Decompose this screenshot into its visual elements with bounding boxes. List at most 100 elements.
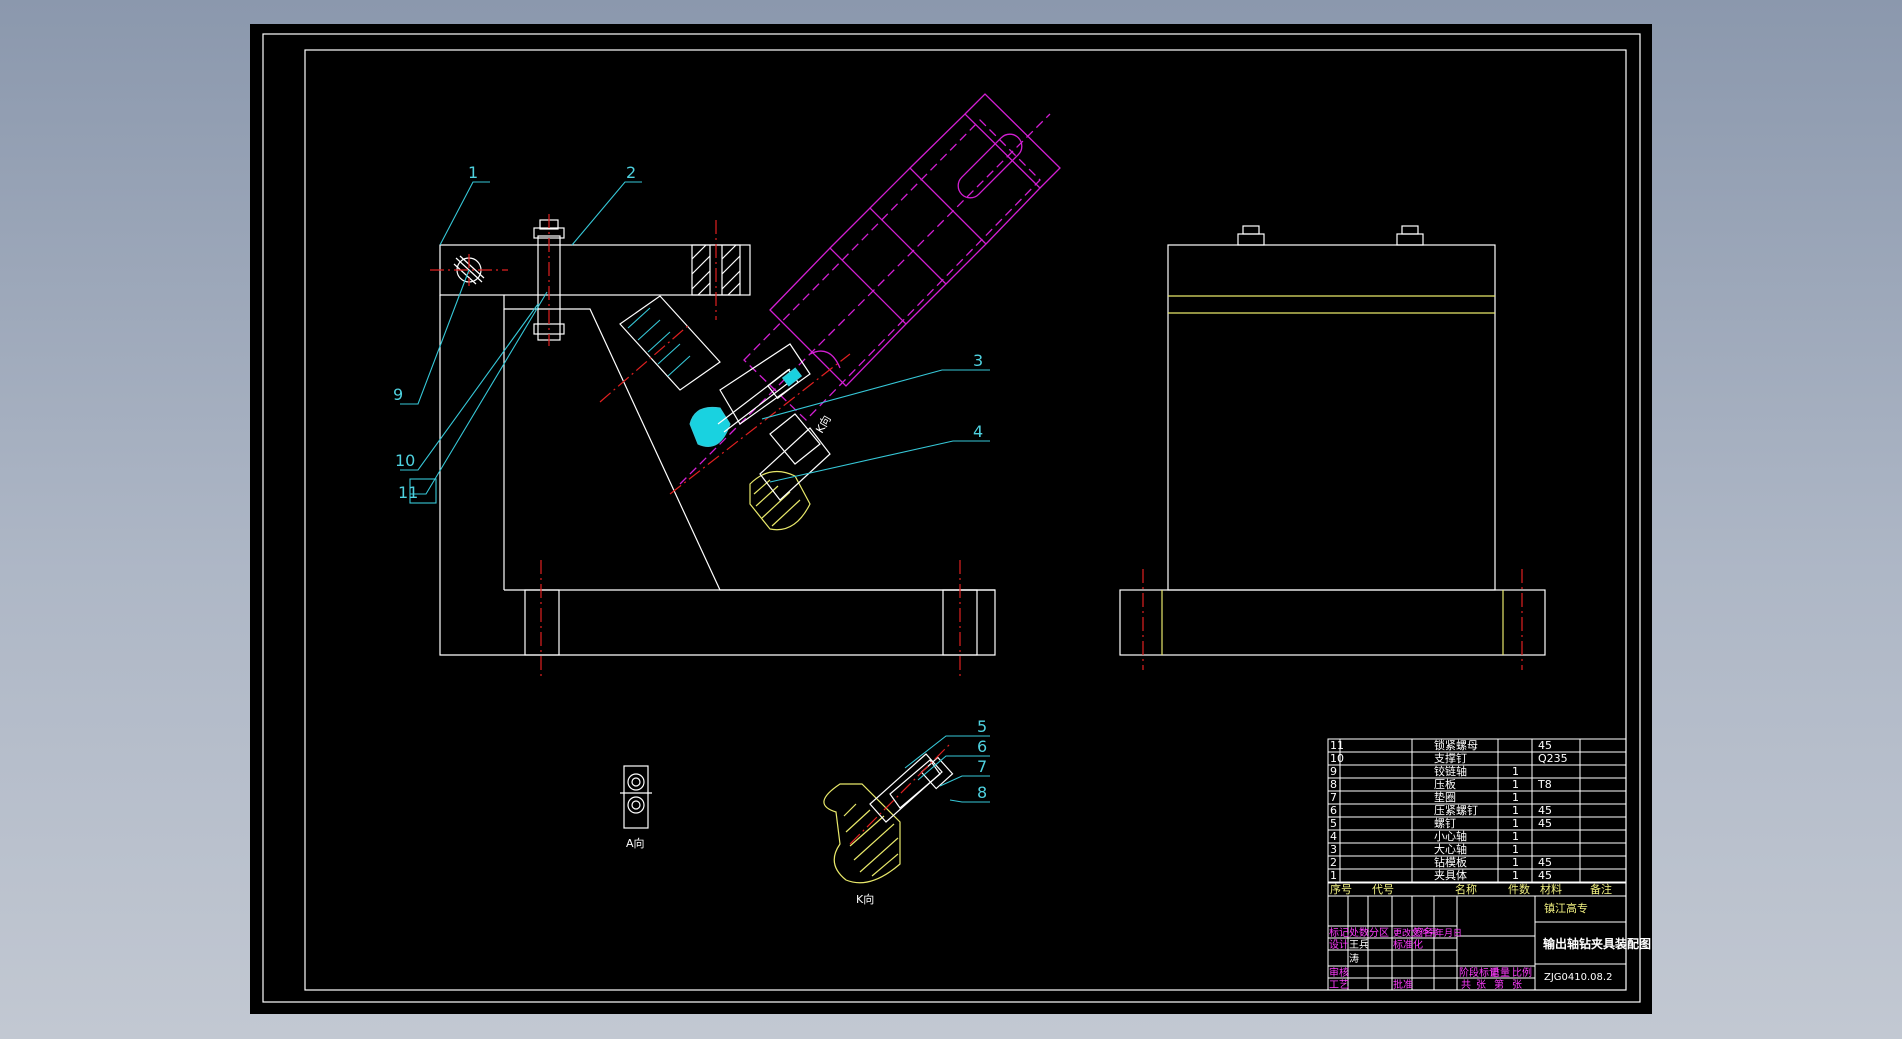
- parts-list-row: 10 支撑钉 Q235: [1327, 751, 1627, 766]
- header-no: 序号: [1330, 882, 1352, 896]
- role-process: 工艺: [1329, 979, 1349, 991]
- rev-mark: 标记: [1329, 927, 1349, 939]
- part-qty: 1: [1512, 843, 1519, 856]
- header-code: 代号: [1372, 883, 1394, 896]
- part-no: 5: [1330, 817, 1337, 830]
- part-label: 9: [393, 385, 403, 404]
- part-label: 5: [977, 717, 987, 736]
- title-block: 11 锁紧螺母 4510 支撑钉 Q2359 铰链轴 18 压板 1 T87 垫圈 16 压紧螺钉 1 45…: [1327, 738, 1651, 991]
- drawing-title: 输出轴钻夹具装配图: [1543, 936, 1651, 951]
- part-label: 2: [626, 163, 636, 182]
- part-name: 夹具体: [1434, 868, 1467, 882]
- parts-list-row: 9 铰链轴 1: [1327, 764, 1627, 779]
- stage-scale: 比例: [1512, 966, 1532, 979]
- parts-list-row: 6 压紧螺钉 1 45: [1327, 803, 1627, 818]
- header-note: 备注: [1590, 882, 1612, 896]
- school-name: 镇江高专: [1544, 901, 1588, 915]
- parts-list-row: 2 钻模板 1 45: [1327, 855, 1627, 870]
- part-label: 11: [398, 483, 418, 502]
- leaders: [400, 181, 990, 803]
- part-qty: 1: [1512, 804, 1519, 817]
- part-name: 大心轴: [1434, 842, 1467, 856]
- part-name: 垫圈: [1434, 790, 1456, 804]
- drill-bushing: [679, 93, 1061, 485]
- part-material: 45: [1538, 817, 1552, 830]
- designer-name: 王兵: [1349, 938, 1369, 951]
- part-material: 45: [1538, 804, 1552, 817]
- designer-name-2: 涛: [1349, 952, 1359, 965]
- parts-list-row: 8 压板 1 T8: [1327, 777, 1627, 792]
- part-qty: 1: [1512, 830, 1519, 843]
- part-no: 9: [1330, 765, 1337, 778]
- header-qty: 件数: [1508, 883, 1530, 896]
- parts-list-row: 1 夹具体 1 45: [1327, 868, 1627, 883]
- part-no: 2: [1330, 856, 1337, 869]
- k-direction-marker: K向: [812, 413, 833, 436]
- role-approve: 批准: [1393, 978, 1413, 991]
- part-qty: 1: [1512, 778, 1519, 791]
- part-labels: 1 2 3 4 5 6 7 8 9 10 11: [393, 163, 987, 802]
- part-material: 45: [1538, 869, 1552, 882]
- part-material: Q235: [1538, 752, 1568, 765]
- part-label: 10: [395, 451, 415, 470]
- front-view: K向: [430, 93, 1061, 678]
- drawing-sheet: K向 A向 K向 1 2 3 4 5 6 7 8 9 10 11 11 锁紧螺母…: [250, 24, 1652, 1014]
- part-qty: 1: [1512, 765, 1519, 778]
- part-label: 8: [977, 783, 987, 802]
- part-qty: 1: [1512, 791, 1519, 804]
- part-label: 3: [973, 351, 983, 370]
- k-view-label: K向: [856, 892, 874, 906]
- rev-sign: 签名: [1413, 926, 1433, 939]
- stage-weight: 重量: [1490, 966, 1510, 979]
- part-no: 7: [1330, 791, 1337, 804]
- role-check: 审核: [1329, 966, 1349, 979]
- part-name: 钻模板: [1434, 855, 1467, 869]
- rev-count: 处数: [1349, 926, 1369, 939]
- part-name: 压紧螺钉: [1434, 804, 1478, 817]
- part-name: 螺钉: [1434, 817, 1456, 830]
- part-no: 3: [1330, 843, 1337, 856]
- cad-viewport[interactable]: K向 A向 K向 1 2 3 4 5 6 7 8 9 10 11 11 锁紧螺母…: [0, 0, 1902, 1039]
- fixture-body: [439, 295, 996, 656]
- part-no: 4: [1330, 830, 1337, 843]
- side-view: [1119, 225, 1546, 670]
- parts-list-row: 11 锁紧螺母 45: [1327, 738, 1627, 753]
- part-no: 8: [1330, 778, 1337, 791]
- parts-list-row: 3 大心轴 1: [1327, 842, 1627, 857]
- header-name: 名称: [1455, 882, 1477, 896]
- part-no: 11: [1330, 739, 1344, 752]
- drawing-number: ZJG0410.08.2: [1544, 972, 1612, 983]
- part-label: 6: [977, 737, 987, 756]
- part-qty: 1: [1512, 856, 1519, 869]
- parts-list-row: 7 垫圈 1: [1327, 790, 1627, 805]
- part-qty: 1: [1512, 817, 1519, 830]
- sheet-unit-2: 张: [1512, 979, 1522, 991]
- part-label: 1: [468, 163, 478, 182]
- sheet-unit-1: 张: [1476, 979, 1486, 991]
- a-view-label: A向: [626, 836, 645, 850]
- a-view: A向: [620, 765, 652, 850]
- parts-list-row: 5 螺钉 1 45: [1327, 816, 1627, 831]
- parts-list: 11 锁紧螺母 4510 支撑钉 Q2359 铰链轴 18 压板 1 T87 垫圈 16 压紧螺钉 1 45…: [1327, 738, 1627, 883]
- part-name: 锁紧螺母: [1434, 738, 1478, 752]
- inner-border: [304, 49, 1627, 991]
- part-material: T8: [1537, 778, 1552, 791]
- part-material: 45: [1538, 856, 1552, 869]
- header-material: 材料: [1540, 882, 1562, 896]
- sheet-current: 第: [1494, 978, 1504, 991]
- k-view: K向: [823, 743, 954, 906]
- part-name: 小心轴: [1434, 829, 1467, 843]
- part-qty: 1: [1512, 869, 1519, 882]
- clamp-assembly: [669, 343, 851, 531]
- part-no: 10: [1330, 752, 1344, 765]
- assembly-drawing: K向 A向 K向 1 2 3 4 5 6 7 8 9 10 11 11 锁紧螺母…: [262, 33, 1651, 1003]
- part-label: 7: [977, 757, 987, 776]
- role-design: 设计: [1329, 938, 1349, 951]
- part-label: 4: [973, 422, 983, 441]
- rev-zone: 分区: [1369, 927, 1389, 939]
- part-no: 1: [1330, 869, 1337, 882]
- part-name: 压板: [1434, 777, 1456, 791]
- rev-date: 年月日: [1435, 927, 1462, 939]
- sheet-total: 共: [1461, 979, 1471, 991]
- part-material: 45: [1538, 739, 1552, 752]
